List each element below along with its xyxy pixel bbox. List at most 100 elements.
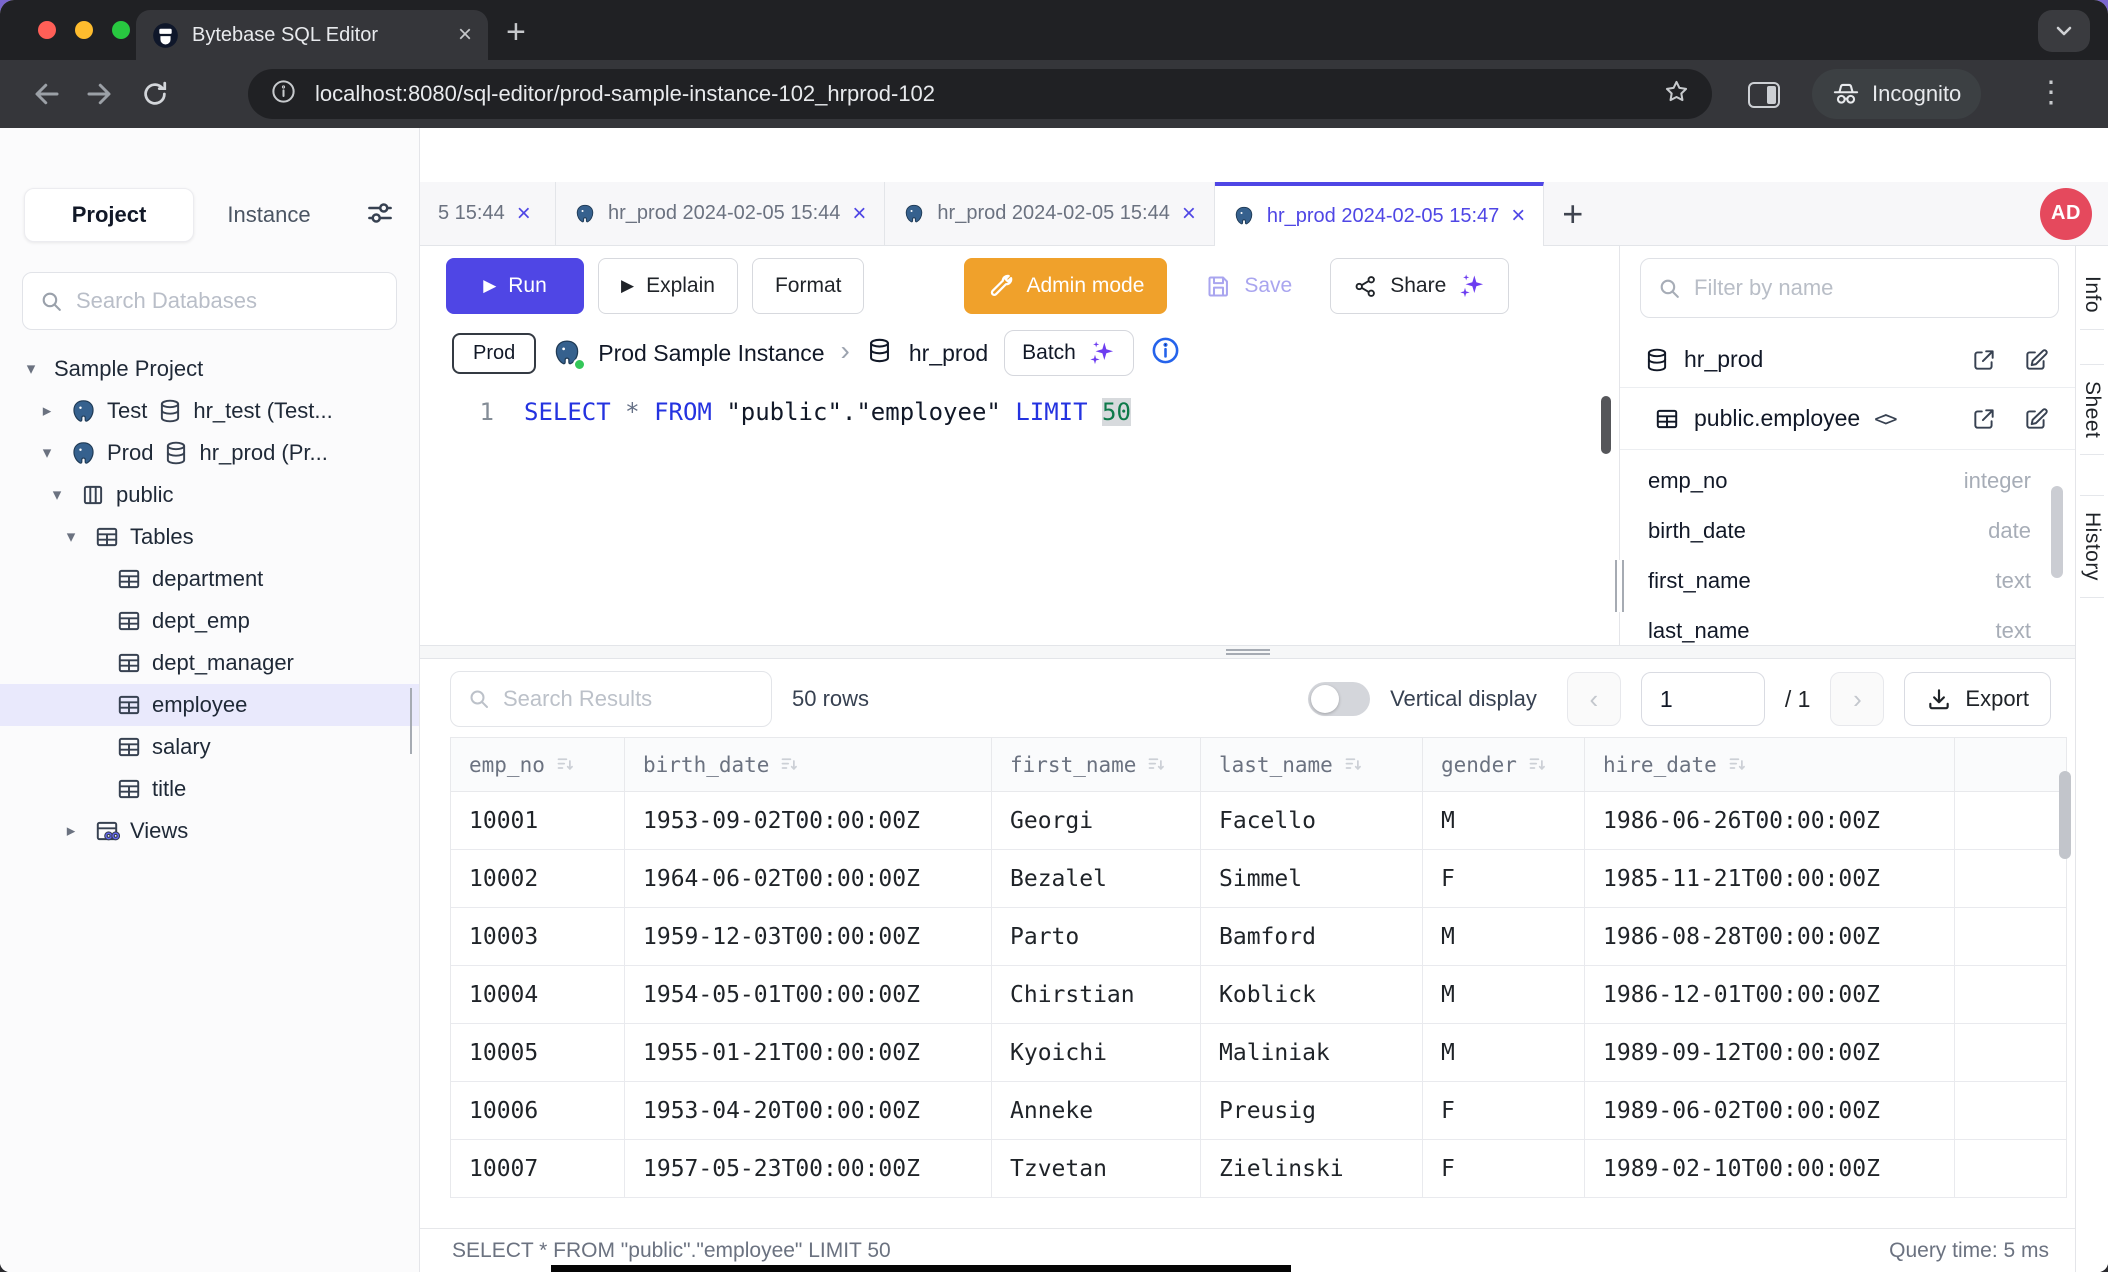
code-icon[interactable]: <> [1874,407,1895,431]
close-icon[interactable]: × [1182,202,1196,226]
column-header[interactable]: birth_date [625,738,992,791]
close-icon[interactable]: × [517,202,531,226]
sidebar-settings-button[interactable] [365,198,395,233]
close-icon[interactable]: × [458,23,472,47]
tree-item-table-title[interactable]: title [0,768,419,810]
column-header[interactable]: hire_date [1585,738,1955,791]
schema-filter-box [1640,258,2059,318]
prev-page-button[interactable]: ‹ [1567,672,1621,726]
browser-tab[interactable]: Bytebase SQL Editor × [136,10,488,60]
url-text[interactable]: localhost:8080/sql-editor/prod-sample-in… [315,81,1645,107]
share-button[interactable]: Share [1330,258,1509,314]
tree-item-views-group[interactable]: ▸ Views [0,810,419,852]
batch-button[interactable]: Batch [1004,330,1134,376]
tab-info[interactable]: Info [2080,260,2104,330]
sql-editor[interactable]: 1 SELECT * FROM "public"."employee" LIMI… [420,384,1619,645]
tab-instance[interactable]: Instance [194,188,344,242]
sort-icon[interactable] [555,754,576,775]
caret-down-icon[interactable]: ▾ [58,527,84,547]
reload-button[interactable] [140,79,170,109]
cell-gender: F [1423,1082,1585,1139]
close-icon[interactable]: × [852,202,866,226]
results-resize-handle[interactable] [420,645,2075,659]
external-link-icon[interactable] [1971,406,1997,432]
caret-down-icon[interactable]: ▾ [34,443,60,463]
editor-tab[interactable]: 5 15:44 × [420,182,556,245]
new-tab-button[interactable]: + [506,13,526,52]
tree-item-table-employee[interactable]: employee [0,684,419,726]
tree-item-sample-project[interactable]: ▾ Sample Project [0,348,419,390]
add-tab-button[interactable]: + [1562,193,1583,235]
table-scrollbar-thumb[interactable] [2059,771,2071,859]
tree-item-table-dept-emp[interactable]: dept_emp [0,600,419,642]
tree-item-table-salary[interactable]: salary [0,726,419,768]
filter-by-name-input[interactable] [1694,275,2042,301]
editor-tab[interactable]: hr_prod 2024-02-05 15:44 × [885,182,1214,245]
close-icon[interactable]: × [1511,204,1525,228]
editor-scrollbar-thumb[interactable] [1601,396,1611,454]
admin-mode-button[interactable]: Admin mode [964,258,1167,314]
sort-icon[interactable] [779,754,800,775]
tab-sheet[interactable]: Sheet [2080,364,2104,455]
ai-sparkles-icon[interactable] [1458,272,1486,300]
info-icon[interactable] [1150,335,1181,371]
back-button[interactable] [32,79,62,109]
external-link-icon[interactable] [1971,347,1997,373]
next-page-button[interactable]: › [1830,672,1884,726]
edit-icon[interactable] [2023,347,2049,373]
sort-icon[interactable] [1343,754,1364,775]
sql-code-line[interactable]: SELECT * FROM "public"."employee" LIMIT … [524,398,1131,645]
schema-table-row[interactable]: public.employee <> [1620,388,2075,450]
tab-search-button[interactable] [2038,10,2090,52]
tab-history[interactable]: History [2080,495,2104,598]
tree-item-table-dept-manager[interactable]: dept_manager [0,642,419,684]
tree-item-tables-group[interactable]: ▾ Tables [0,516,419,558]
minimize-window-button[interactable] [75,21,93,39]
zoom-window-button[interactable] [112,21,130,39]
browser-menu-button[interactable]: ⋮ [2036,75,2066,110]
search-results-input[interactable] [503,686,755,712]
tree-item-prod-database[interactable]: ▾ Prod hr_prod (Pr... [0,432,419,474]
schema-column-row[interactable]: last_name text [1620,606,2075,645]
bookmark-star-icon[interactable] [1663,78,1690,110]
column-header[interactable]: first_name [992,738,1201,791]
vertical-display-toggle[interactable] [1308,682,1370,716]
forward-button[interactable] [84,79,114,109]
sort-icon[interactable] [1146,754,1167,775]
run-button[interactable]: ▶ Run [446,258,584,314]
column-header[interactable]: gender [1423,738,1585,791]
caret-right-icon[interactable]: ▸ [34,401,60,421]
column-header[interactable]: emp_no [451,738,625,791]
tree-item-test-database[interactable]: ▸ Test hr_test (Test... [0,390,419,432]
tab-project[interactable]: Project [24,188,194,242]
avatar[interactable]: AD [2040,188,2092,240]
caret-right-icon[interactable]: ▸ [58,821,84,841]
save-button[interactable]: Save [1195,258,1302,314]
edit-icon[interactable] [2023,406,2049,432]
sort-icon[interactable] [1727,754,1748,775]
instance-name[interactable]: Prod Sample Instance [598,340,824,367]
format-button[interactable]: Format [752,258,865,314]
schema-scrollbar-thumb[interactable] [2051,486,2063,578]
explain-button[interactable]: ▶ Explain [598,258,738,314]
editor-tab[interactable]: hr_prod 2024-02-05 15:44 × [556,182,885,245]
column-header[interactable]: last_name [1201,738,1423,791]
editor-tab-active[interactable]: hr_prod 2024-02-05 15:47 × [1215,182,1544,246]
side-panel-icon[interactable] [1748,82,1780,108]
site-info-icon[interactable] [270,78,297,110]
schema-column-row[interactable]: first_name text [1620,556,2075,606]
sort-icon[interactable] [1527,754,1548,775]
tree-item-schema-public[interactable]: ▾ public [0,474,419,516]
search-databases-input[interactable] [76,288,380,314]
close-window-button[interactable] [38,21,56,39]
tree-item-table-department[interactable]: department [0,558,419,600]
url-bar[interactable]: localhost:8080/sql-editor/prod-sample-in… [248,69,1712,119]
schema-column-row[interactable]: birth_date date [1620,506,2075,556]
database-name[interactable]: hr_prod [909,340,988,367]
page-number-input[interactable] [1641,672,1765,726]
export-button[interactable]: Export [1904,672,2051,726]
schema-database-row[interactable]: hr_prod [1620,332,2075,388]
schema-column-row[interactable]: emp_no integer [1620,456,2075,506]
caret-down-icon[interactable]: ▾ [44,485,70,505]
caret-down-icon[interactable]: ▾ [18,359,44,379]
